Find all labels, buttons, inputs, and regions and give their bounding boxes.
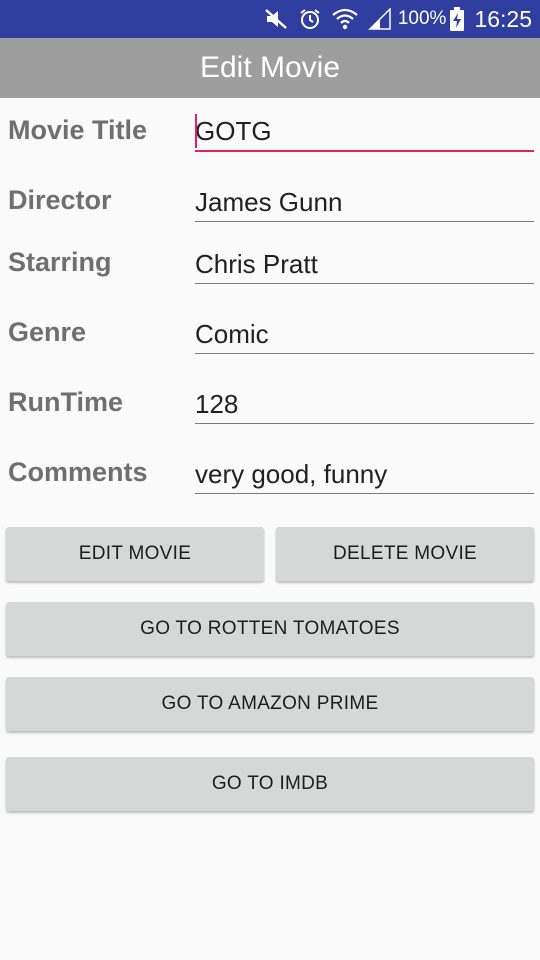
battery-charging-icon	[450, 7, 465, 31]
genre-input[interactable]	[195, 315, 534, 354]
movie-title-label: Movie Title	[8, 115, 148, 145]
director-label: Director	[8, 185, 112, 215]
genre-label: Genre	[8, 317, 87, 347]
delete-movie-button[interactable]: DELETE MOVIE	[276, 527, 534, 581]
page-title: Edit Movie	[199, 51, 341, 84]
edit-movie-button[interactable]: EDIT MOVIE	[6, 527, 264, 581]
director-input[interactable]	[195, 183, 534, 222]
comments-label: Comments	[8, 457, 148, 487]
wifi-icon	[332, 7, 358, 31]
text-cursor	[195, 114, 197, 148]
imdb-button[interactable]: GO TO IMDB	[6, 757, 534, 811]
signal-icon	[368, 8, 392, 30]
alarm-icon	[298, 7, 322, 31]
battery-percent: 100%	[397, 8, 447, 29]
runtime-input[interactable]	[195, 385, 534, 424]
starring-label: Starring	[8, 247, 112, 277]
status-bar: 100% 16:25	[0, 0, 540, 38]
runtime-label: RunTime	[8, 387, 124, 417]
rotten-tomatoes-button[interactable]: GO TO ROTTEN TOMATOES	[6, 602, 534, 656]
mute-icon	[264, 8, 288, 30]
comments-input[interactable]	[195, 455, 534, 494]
amazon-prime-button[interactable]: GO TO AMAZON PRIME	[6, 677, 534, 731]
movie-title-input[interactable]	[195, 112, 534, 152]
starring-input[interactable]	[195, 245, 534, 284]
action-bar: Edit Movie	[0, 38, 540, 98]
clock: 16:25	[474, 5, 532, 32]
